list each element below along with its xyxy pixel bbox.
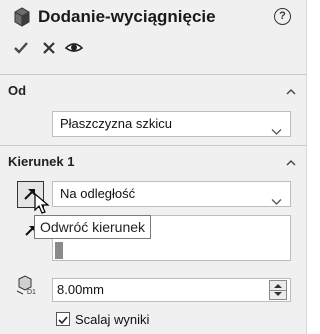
chevron-up-icon[interactable] xyxy=(285,85,297,97)
spinner-divider xyxy=(270,290,286,291)
list-selection-marker xyxy=(55,242,63,259)
separator xyxy=(0,145,306,146)
mouse-pointer-icon xyxy=(34,192,50,215)
from-section-title: Od xyxy=(8,83,27,98)
merge-result-checkbox[interactable] xyxy=(56,312,70,326)
merge-result-label: Scalaj wyniki xyxy=(75,312,150,327)
from-condition-value: Płaszczyzna szkicu xyxy=(60,116,172,131)
depth-input[interactable]: 8.00mm xyxy=(52,278,291,302)
checkmark-icon[interactable] xyxy=(11,38,31,58)
checkmark-icon xyxy=(58,316,68,325)
eye-icon[interactable] xyxy=(64,38,84,58)
svg-text:D1: D1 xyxy=(27,289,36,295)
panel-title: Dodanie-wyciągnięcie xyxy=(38,7,216,26)
end-condition-value: Na odległość xyxy=(60,186,136,201)
end-condition-select[interactable]: Na odległość xyxy=(52,181,291,207)
direction1-section-title: Kierunek 1 xyxy=(8,154,75,169)
separator xyxy=(0,74,306,75)
depth-dimension-icon: D1 xyxy=(15,275,37,296)
property-manager-panel: Dodanie-wyciągnięcie ? Od Płaszczyzna sz… xyxy=(0,0,313,334)
reverse-direction-tooltip: Odwróć kierunek xyxy=(34,215,152,239)
chevron-up-icon[interactable] xyxy=(285,156,297,168)
from-condition-select[interactable]: Płaszczyzna szkicu xyxy=(52,111,291,137)
extrude-feature-icon xyxy=(12,6,32,28)
chevron-down-icon xyxy=(271,120,282,135)
question-circle-icon[interactable]: ? xyxy=(274,8,291,25)
close-icon[interactable] xyxy=(39,38,59,58)
chevron-down-icon xyxy=(271,190,282,205)
scrollbar-track[interactable] xyxy=(306,0,313,334)
depth-spinner[interactable] xyxy=(269,280,287,300)
panel-header: Dodanie-wyciągnięcie ? xyxy=(0,0,306,72)
